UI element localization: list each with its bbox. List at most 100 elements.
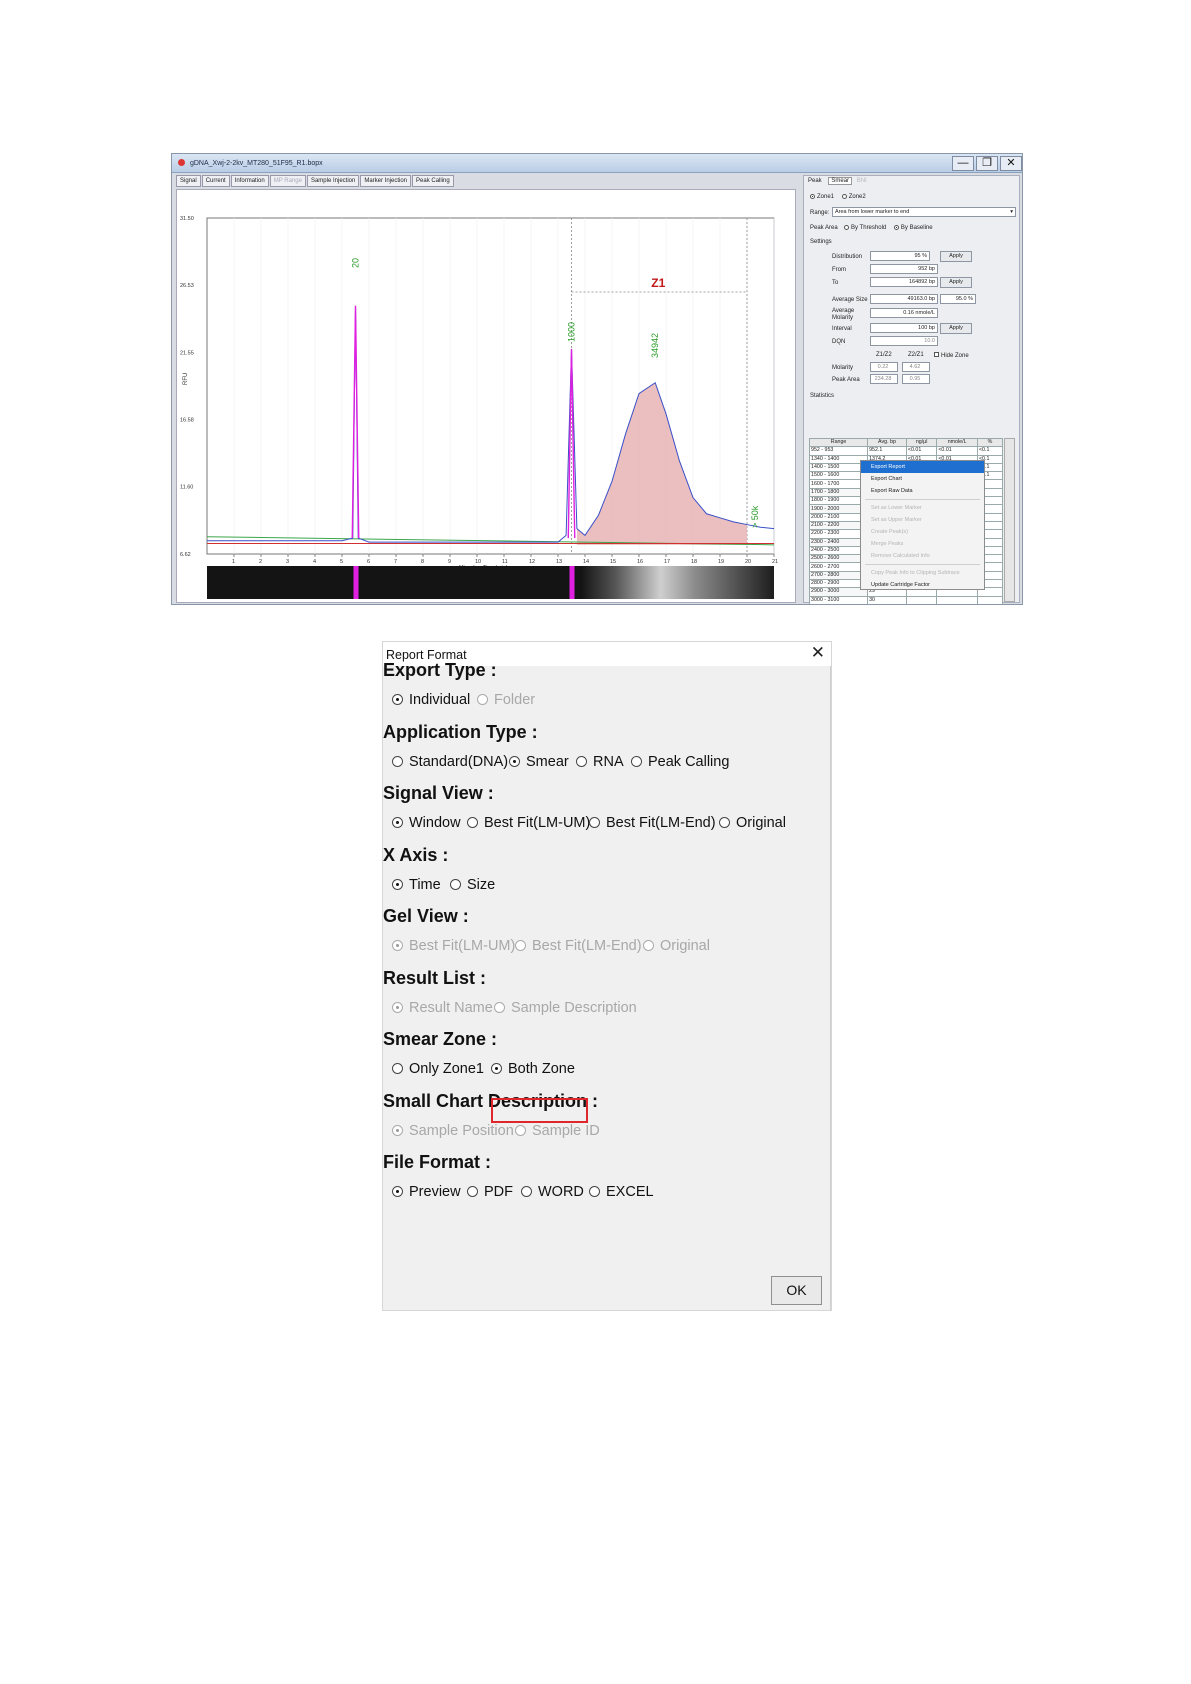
close-icon[interactable]: ✕ <box>811 643 825 663</box>
radio-icon[interactable] <box>392 817 403 828</box>
radio-option[interactable]: Standard(DNA) <box>392 754 508 770</box>
menu-update-cartridge-factor[interactable]: Update Cartridge Factor <box>861 579 984 591</box>
table-cell: 1340 - 1400 <box>808 454 869 464</box>
radio-option[interactable]: Smear <box>509 754 569 770</box>
tab-peak-calling[interactable]: Peak Calling <box>412 175 454 187</box>
z2z1-label: Z2/Z1 <box>908 352 924 358</box>
by-baseline-radio-icon[interactable] <box>893 225 899 230</box>
menu-export-chart[interactable]: Export Chart <box>861 473 984 485</box>
radio-icon[interactable] <box>576 756 587 767</box>
radio-icon[interactable] <box>392 1063 403 1074</box>
by-threshold-label: By Threshold <box>851 225 887 231</box>
range-select[interactable]: Area from lower marker to end ▾ <box>832 207 1016 217</box>
table-row[interactable]: 3100 - 320031 <box>808 603 1004 604</box>
from-input[interactable]: 952 bp <box>870 264 938 274</box>
radio-icon[interactable] <box>631 756 642 767</box>
x-tick-label: 16 <box>637 559 643 565</box>
hide-zone-label: Hide Zone <box>941 353 969 359</box>
radio-icon <box>515 1125 526 1136</box>
radio-icon[interactable] <box>392 879 403 890</box>
radio-icon[interactable] <box>467 817 478 828</box>
apply-range-button[interactable]: Apply <box>940 277 972 288</box>
radio-option[interactable]: Only Zone1 <box>392 1061 484 1077</box>
radio-option[interactable]: Peak Calling <box>631 754 729 770</box>
radio-icon[interactable] <box>450 879 461 890</box>
col-avg-bp[interactable]: Avg. bp <box>867 437 907 448</box>
electropherogram-chart[interactable]: 6.6211.6016.5821.5526.5331.501 2 3 4 5 6 7 8 9 10… <box>177 190 795 602</box>
tab-peak[interactable]: Peak <box>808 178 822 184</box>
y-axis-label: RFU <box>183 373 189 385</box>
radio-option[interactable]: WORD <box>521 1184 584 1200</box>
peak-area-row-label: Peak Area <box>832 377 860 383</box>
x-tick-label: 14 <box>583 559 589 565</box>
radio-option[interactable]: Individual <box>392 692 470 708</box>
radio-option: Folder <box>477 692 535 708</box>
radio-icon[interactable] <box>467 1186 478 1197</box>
statistics-scrollbar[interactable] <box>1004 438 1015 602</box>
radio-option[interactable]: Best Fit(LM-UM) <box>467 815 590 831</box>
radio-icon[interactable] <box>509 756 520 767</box>
avg-molarity-label: Average <box>832 308 855 314</box>
tab-smear[interactable]: Smear <box>828 177 853 185</box>
radio-label: Best Fit(LM-UM) <box>409 938 516 954</box>
col-percent[interactable]: % <box>976 437 1004 448</box>
x-tick-label: 18 <box>691 559 697 565</box>
col-ng-ul[interactable]: ng/µl <box>905 437 938 448</box>
zone2-radio-icon[interactable] <box>841 194 847 199</box>
col-range[interactable]: Range <box>808 437 869 448</box>
radio-option[interactable]: Window <box>392 815 461 831</box>
apply-distribution-button[interactable]: Apply <box>940 251 972 262</box>
restore-button[interactable]: ❐ <box>976 156 998 171</box>
col-nmole-l[interactable]: nmole/L <box>936 437 978 448</box>
radio-option[interactable]: RNA <box>576 754 624 770</box>
minimize-button[interactable]: — <box>952 156 974 171</box>
radio-icon[interactable] <box>521 1186 532 1197</box>
x-tick-label: 17 <box>664 559 670 565</box>
to-input[interactable]: 164892 bp <box>870 277 938 287</box>
radio-icon[interactable] <box>392 756 403 767</box>
menu-export-report[interactable]: Export Report <box>861 461 984 473</box>
radio-icon[interactable] <box>491 1063 502 1074</box>
menu-export-raw-data[interactable]: Export Raw Data <box>861 485 984 497</box>
radio-option[interactable]: Both Zone <box>491 1061 575 1077</box>
apply-interval-button[interactable]: Apply <box>940 323 972 334</box>
tab-signal[interactable]: Signal <box>176 175 201 187</box>
radio-option[interactable]: Original <box>719 815 786 831</box>
radio-icon <box>392 1002 403 1013</box>
radio-icon[interactable] <box>392 1186 403 1197</box>
radio-option: Sample Position <box>392 1123 514 1139</box>
peak-label: 1000 <box>567 322 577 342</box>
tab-marker-injection[interactable]: Marker Injection <box>360 175 412 187</box>
table-row[interactable]: 952 - 953 952.1 <0.01 <0.01 <0.1 <box>808 446 1004 456</box>
radio-option[interactable]: EXCEL <box>589 1184 654 1200</box>
x-tick-label: 6 <box>367 559 370 565</box>
peak-label: 20 <box>351 258 361 268</box>
by-threshold-radio-icon[interactable] <box>844 225 849 230</box>
radio-icon[interactable] <box>392 694 403 705</box>
radio-option[interactable]: Time <box>392 877 441 893</box>
radio-option[interactable]: PDF <box>467 1184 513 1200</box>
radio-icon[interactable] <box>719 817 730 828</box>
hide-zone-checkbox[interactable]: Hide Zone <box>934 352 969 359</box>
tab-sample-injection[interactable]: Sample Injection <box>306 175 360 187</box>
context-menu: Export Report Export Chart Export Raw Da… <box>860 460 985 590</box>
radio-icon[interactable] <box>589 817 600 828</box>
application-window: gDNA_Xwj-2-2kv_MT280_51F95_R1.bopx — ❐ ✕… <box>171 153 1023 605</box>
ok-button[interactable]: OK <box>771 1276 822 1305</box>
x-tick-label: 12 <box>529 559 535 565</box>
table-cell: 2600 - 2700 <box>808 562 869 572</box>
zone1-radio-icon[interactable] <box>810 194 815 199</box>
table-row[interactable]: 3000 - 3100 30 <box>808 595 1004 604</box>
interval-input[interactable]: 100 bp <box>870 323 938 333</box>
menu-set-upper-marker: Set as Upper Marker <box>871 517 922 523</box>
tab-information[interactable]: Information <box>230 175 269 187</box>
distribution-input[interactable]: 95 % <box>870 251 930 261</box>
close-button[interactable]: ✕ <box>1000 156 1022 171</box>
radio-icon[interactable] <box>589 1186 600 1197</box>
radio-option[interactable]: Size <box>450 877 495 893</box>
range-label: Range: <box>810 210 830 216</box>
radio-option[interactable]: Preview <box>392 1184 461 1200</box>
radio-option[interactable]: Best Fit(LM-End) <box>589 815 716 831</box>
tab-current[interactable]: Current <box>201 175 230 187</box>
molarity-z2z1-value: 4.62 <box>902 362 930 372</box>
